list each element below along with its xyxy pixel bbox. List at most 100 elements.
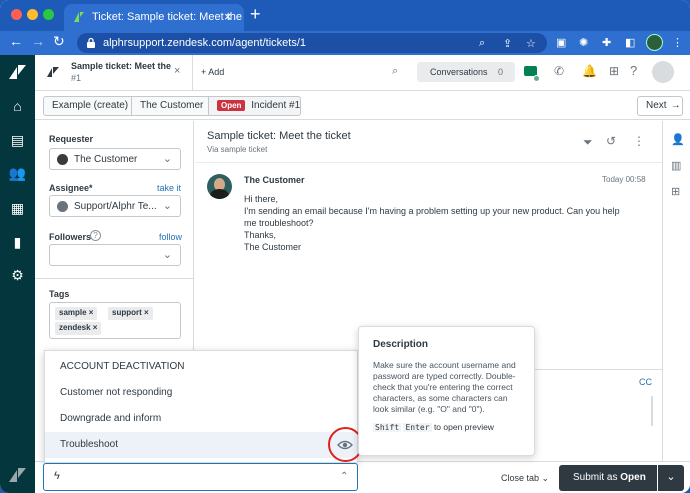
address-bar[interactable]: alphrsupport.zendesk.com/agent/tickets/1… xyxy=(77,33,547,53)
divider xyxy=(35,278,193,279)
followers-label: Followers xyxy=(49,232,92,242)
phone-icon[interactable]: ✆ xyxy=(554,64,564,78)
message-body: Hi there, I'm sending an email because I… xyxy=(244,194,620,252)
history-icon[interactable]: ↺ xyxy=(606,134,616,148)
breadcrumb-ticket[interactable]: Open Incident #1 xyxy=(208,96,301,116)
incident-label: Incident #1 xyxy=(251,100,301,111)
tag[interactable]: zendesk × xyxy=(55,322,102,335)
product-rail: ⌂ ▤ 👥 ▦ ▮ ⚙ xyxy=(0,55,35,493)
followers-select[interactable]: ⌄ xyxy=(49,244,181,266)
reporting-icon[interactable]: ▮ xyxy=(0,234,35,251)
zendesk-favicon-icon xyxy=(74,12,84,22)
author-name[interactable]: The Customer xyxy=(244,175,305,185)
user-avatar[interactable] xyxy=(652,61,674,83)
description-title: Description xyxy=(373,339,429,350)
user-profile-icon[interactable]: 👤 xyxy=(671,133,685,146)
conversations-button[interactable]: Conversations 0 xyxy=(417,62,515,82)
take-it-link[interactable]: take it xyxy=(157,183,181,193)
next-button[interactable]: Next → xyxy=(637,96,683,116)
chevron-up-icon[interactable]: ⌃ xyxy=(340,471,348,482)
browser-toolbar: ← → ↻ alphrsupport.zendesk.com/agent/tic… xyxy=(0,31,690,55)
extension-icon[interactable]: ✺ xyxy=(579,36,588,49)
home-icon[interactable]: ⌂ xyxy=(0,98,35,114)
browser-window: Ticket: Sample ticket: Meet the × + ← → … xyxy=(0,0,690,493)
next-label: Next xyxy=(646,100,667,111)
info-icon[interactable]: ? xyxy=(90,230,101,241)
zoom-icon[interactable]: ⌕ xyxy=(479,37,485,50)
macro-item-account-deactivation[interactable]: ACCOUNT DEACTIVATION xyxy=(45,354,357,380)
close-window-button[interactable] xyxy=(11,9,22,20)
tag[interactable]: sample × xyxy=(55,307,98,320)
breadcrumb-customer[interactable]: The Customer xyxy=(131,96,213,116)
cc-link[interactable]: CC xyxy=(639,377,652,387)
assignee-select[interactable]: Support/Alphr Te... ⌄ xyxy=(49,195,181,217)
sidebar-toggle-icon[interactable]: ◧ xyxy=(625,36,635,49)
admin-gear-icon[interactable]: ⚙ xyxy=(0,267,35,284)
breadcrumb: Example (create) The Customer Open Incid… xyxy=(35,91,690,120)
macro-search-input[interactable]: ϟ ⌃ xyxy=(43,463,358,491)
conversations-label: Conversations xyxy=(430,67,488,77)
search-icon[interactable]: ⌕ xyxy=(392,65,398,78)
app-header: Sample ticket: Meet the #1 × + Add ⌕ Con… xyxy=(35,55,690,91)
requester-label: Requester xyxy=(49,134,94,144)
organizations-icon[interactable]: ▦ xyxy=(0,200,35,217)
filter-icon[interactable]: ⏷ xyxy=(583,135,593,150)
views-icon[interactable]: ▤ xyxy=(0,132,35,149)
requester-avatar xyxy=(57,154,68,165)
profile-avatar[interactable] xyxy=(646,34,663,51)
assignee-label: Assignee* xyxy=(49,183,93,193)
new-tab-button[interactable]: + xyxy=(250,4,261,25)
preview-hint: Shift Enter to open preview xyxy=(373,422,494,432)
lightning-bolt-icon: ϟ xyxy=(54,470,60,482)
macro-item-downgrade-and-inform[interactable]: Downgrade and inform xyxy=(45,406,357,432)
browser-tab-strip: Ticket: Sample ticket: Meet the × + xyxy=(0,0,690,31)
browser-menu-icon[interactable]: ⋮ xyxy=(672,36,683,49)
follow-link[interactable]: follow xyxy=(159,232,182,242)
chat-status-icon[interactable] xyxy=(521,63,541,83)
description-text: Make sure the account username and passw… xyxy=(373,360,516,414)
submit-button[interactable]: Submit as Open xyxy=(559,465,657,491)
scrollbar[interactable] xyxy=(651,396,653,426)
lock-icon xyxy=(87,37,95,48)
preview-eye-icon[interactable] xyxy=(337,440,353,450)
notifications-bell-icon[interactable]: 🔔 xyxy=(582,64,597,78)
minimize-window-button[interactable] xyxy=(27,9,38,20)
apps-icon[interactable]: ⊞ xyxy=(671,185,680,198)
zendesk-footer-logo-icon xyxy=(9,468,26,482)
breadcrumb-org[interactable]: Example (create) xyxy=(43,96,138,116)
ticket-tab[interactable]: Sample ticket: Meet the #1 × xyxy=(35,55,193,90)
extensions-puzzle-icon[interactable]: ✚ xyxy=(602,36,611,49)
close-tab-icon[interactable]: × xyxy=(224,9,232,24)
ticket-via: Via sample ticket xyxy=(207,145,268,154)
more-options-icon[interactable]: ⋮ xyxy=(633,134,645,148)
bookmark-star-icon[interactable]: ☆ xyxy=(526,37,536,50)
share-icon[interactable]: ⇪ xyxy=(503,37,512,50)
macro-item-troubleshoot[interactable]: Troubleshoot xyxy=(45,432,357,458)
assignee-value: Support/Alphr Te... xyxy=(74,201,157,212)
back-icon[interactable]: ← xyxy=(9,33,23,49)
close-tab-button[interactable]: Close tab ⌄ xyxy=(501,473,549,484)
maximize-window-button[interactable] xyxy=(43,9,54,20)
customers-icon[interactable]: 👥 xyxy=(0,165,35,182)
close-ticket-tab-icon[interactable]: × xyxy=(174,65,180,77)
message-time: Today 00:58 xyxy=(602,175,646,184)
forward-icon[interactable]: → xyxy=(31,33,45,49)
knowledge-icon[interactable]: ▥ xyxy=(671,159,681,172)
apps-grid-icon[interactable]: ⊞ xyxy=(609,64,619,78)
requester-select[interactable]: The Customer ⌄ xyxy=(49,148,181,170)
browser-tab-title: Ticket: Sample ticket: Meet the xyxy=(92,11,242,23)
help-icon[interactable]: ? xyxy=(630,63,637,78)
submit-options-button[interactable]: ⌄ xyxy=(658,465,684,491)
browser-tab[interactable]: Ticket: Sample ticket: Meet the × xyxy=(64,4,244,31)
macro-item-customer-not-responding[interactable]: Customer not responding xyxy=(45,380,357,406)
ticket-icon xyxy=(47,67,59,77)
tags-input[interactable]: sample × support × zendesk × xyxy=(49,302,181,339)
extension-icon[interactable]: ▣ xyxy=(556,36,566,49)
author-avatar xyxy=(207,174,232,199)
reload-icon[interactable]: ↻ xyxy=(53,33,65,50)
ticket-subject[interactable]: Sample ticket: Meet the ticket xyxy=(207,130,351,142)
tag[interactable]: support × xyxy=(108,307,153,320)
tags-label: Tags xyxy=(49,289,70,299)
add-button[interactable]: + Add xyxy=(201,67,224,77)
chevron-down-icon: ⌄ xyxy=(162,153,172,165)
